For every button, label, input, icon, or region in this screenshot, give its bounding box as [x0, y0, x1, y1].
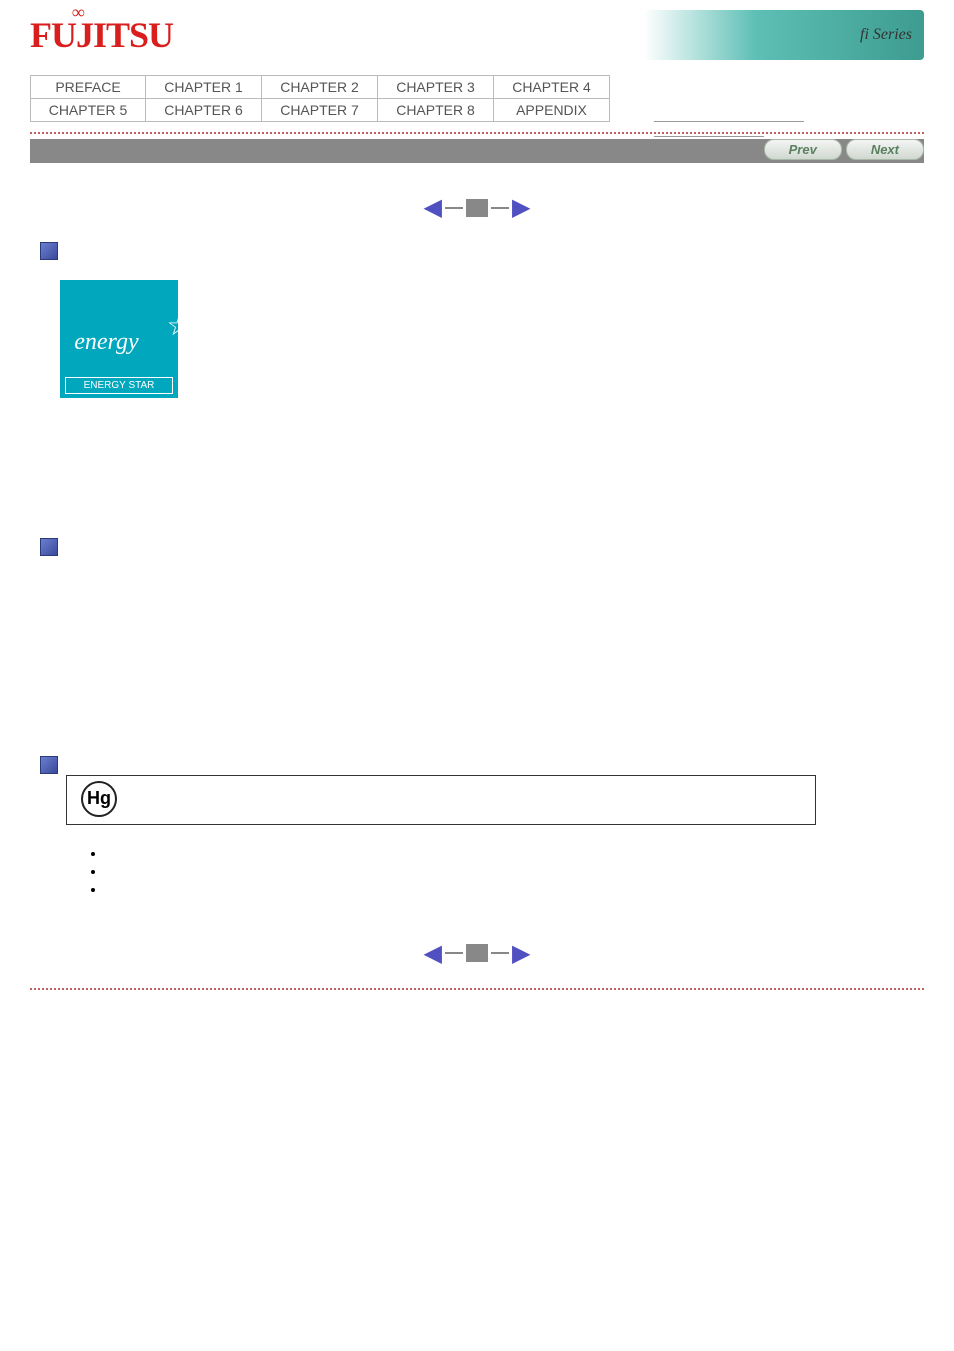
- nav-chapter-2[interactable]: CHAPTER 2: [262, 75, 378, 99]
- list-item: [106, 881, 914, 899]
- section-energy-star: energy ☆ ENERGY STAR: [40, 242, 914, 518]
- divider-bottom: [30, 988, 924, 990]
- nav-chapter-1[interactable]: CHAPTER 1: [146, 75, 262, 99]
- nav-appendix[interactable]: APPENDIX: [494, 99, 610, 122]
- nav-chapter-3[interactable]: CHAPTER 3: [378, 75, 494, 99]
- section-bullet-icon-3: [40, 756, 58, 774]
- energy-star-script: energy: [74, 329, 138, 355]
- nav-chapter-4[interactable]: CHAPTER 4: [494, 75, 610, 99]
- pager-next-icon-bottom[interactable]: ▶: [509, 940, 533, 967]
- star-icon: ☆: [167, 310, 192, 341]
- pager-bottom: ◀▶: [0, 939, 954, 968]
- section-bullet-icon-2: [40, 538, 58, 556]
- energy-star-logo: energy☆ ENERGY STAR: [60, 280, 178, 398]
- title-bar: Prev Next: [30, 139, 924, 163]
- section-mercury: Hg: [40, 756, 914, 898]
- list-item: [106, 863, 914, 881]
- pager-track-right: [491, 207, 509, 209]
- chapter-nav: PREFACE CHAPTER 1 CHAPTER 2 CHAPTER 3 CH…: [30, 75, 610, 122]
- list-item: [106, 845, 914, 863]
- pager-prev-icon-bottom[interactable]: ◀: [421, 940, 445, 967]
- fi-series-banner: fi Series: [644, 10, 924, 60]
- mercury-warning-box: Hg: [66, 775, 816, 825]
- nav-preface[interactable]: PREFACE: [30, 75, 146, 99]
- hg-icon: Hg: [81, 781, 117, 817]
- pager-prev-icon[interactable]: ◀: [421, 194, 445, 221]
- fujitsu-logo: FUJITSU: [30, 14, 173, 56]
- section-2: [40, 538, 914, 736]
- side-link-2[interactable]: [654, 136, 764, 137]
- fi-series-text: fi Series: [860, 26, 912, 44]
- pager-page-indicator[interactable]: [466, 199, 488, 217]
- nav-chapter-5[interactable]: CHAPTER 5: [30, 99, 146, 122]
- pager-track-left-bottom: [445, 952, 463, 954]
- nav-chapter-6[interactable]: CHAPTER 6: [146, 99, 262, 122]
- section-bullet-icon-1: [40, 242, 58, 260]
- mercury-bullet-list: [106, 845, 914, 899]
- prev-button[interactable]: Prev: [764, 139, 842, 160]
- energy-star-label: ENERGY STAR: [65, 377, 173, 394]
- pager-track-right-bottom: [491, 952, 509, 954]
- pager-track-left: [445, 207, 463, 209]
- nav-chapter-7[interactable]: CHAPTER 7: [262, 99, 378, 122]
- pager-next-icon[interactable]: ▶: [509, 194, 533, 221]
- pager-page-indicator-bottom[interactable]: [466, 944, 488, 962]
- side-link-1[interactable]: [654, 121, 804, 122]
- next-button[interactable]: Next: [846, 139, 924, 160]
- nav-chapter-8[interactable]: CHAPTER 8: [378, 99, 494, 122]
- pager-top: ◀▶: [0, 193, 954, 222]
